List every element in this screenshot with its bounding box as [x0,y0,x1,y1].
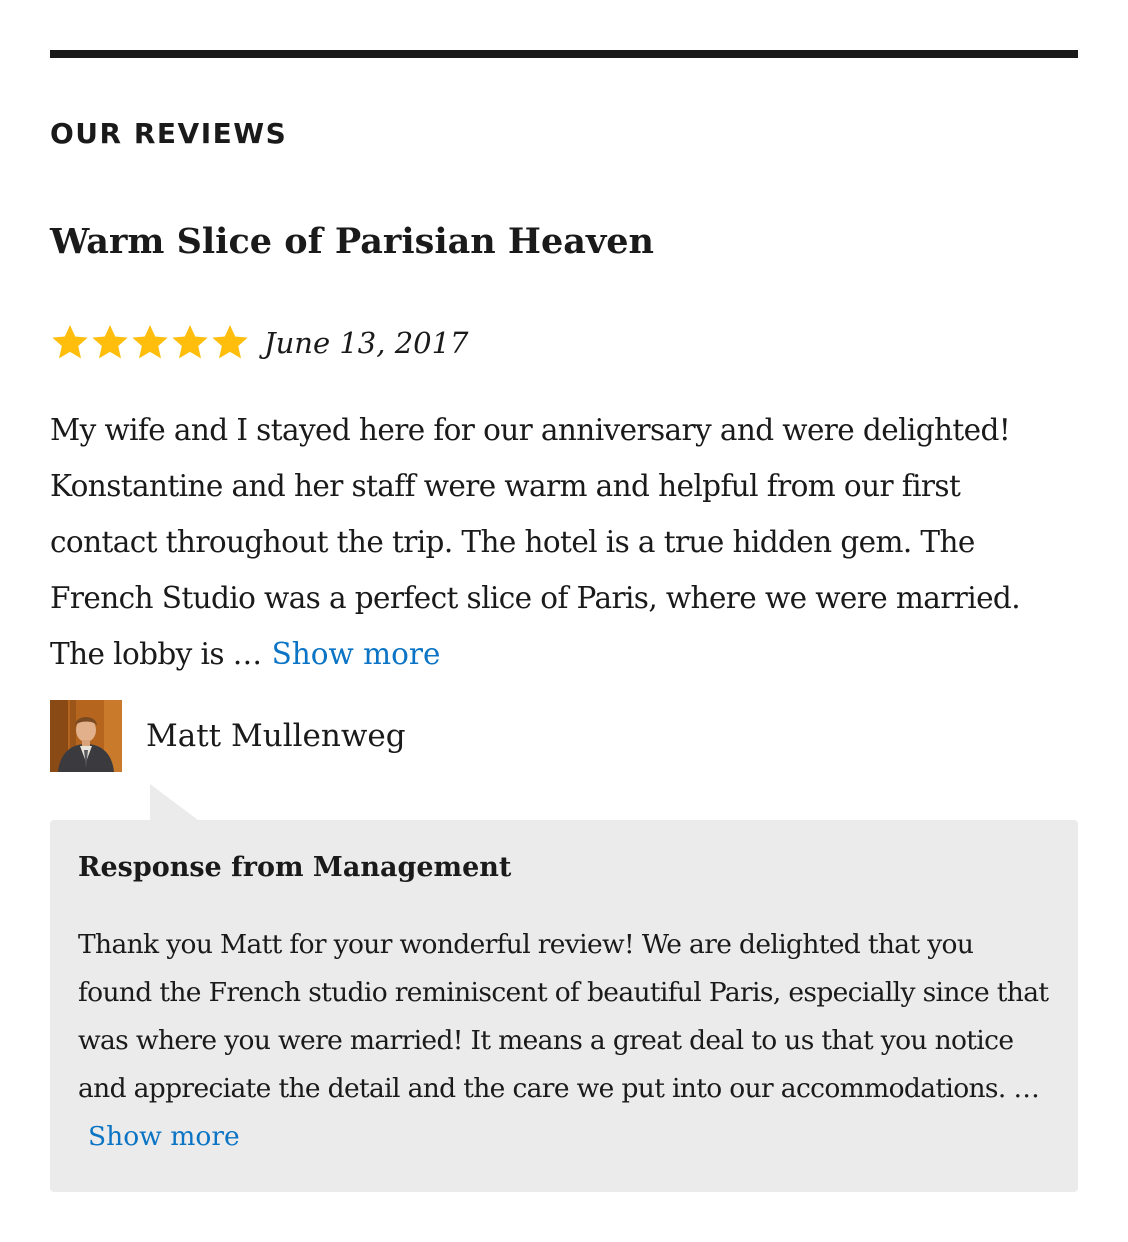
response-body: Thank you Matt for your wonderful review… [78,921,1053,1161]
review-text: My wife and I stayed here for our annive… [50,413,1021,671]
rating-row: June 13, 2017 [50,318,469,368]
star-filled-icon [52,325,88,359]
response-heading: Response from Management [78,852,512,883]
section-heading: OUR REVIEWS [50,117,288,150]
review-author: Matt Mullenweg [50,700,406,772]
review-show-more-link[interactable]: Show more [272,637,441,671]
star-filled-icon [132,325,168,359]
review-title: Warm Slice of Parisian Heaven [50,221,654,262]
star-filled-icon [212,325,248,359]
review-body: My wife and I stayed here for our annive… [50,402,1060,682]
section-divider [50,50,1078,58]
star-rating [50,323,250,363]
author-avatar[interactable] [50,700,122,772]
star-filled-icon [92,325,128,359]
star-filled-icon [172,325,208,359]
response-pointer [150,784,198,820]
review-date: June 13, 2017 [264,326,469,360]
author-name: Matt Mullenweg [146,718,406,754]
response-show-more-link[interactable]: Show more [88,1121,240,1152]
response-text: Thank you Matt for your wonderful review… [78,929,1049,1104]
